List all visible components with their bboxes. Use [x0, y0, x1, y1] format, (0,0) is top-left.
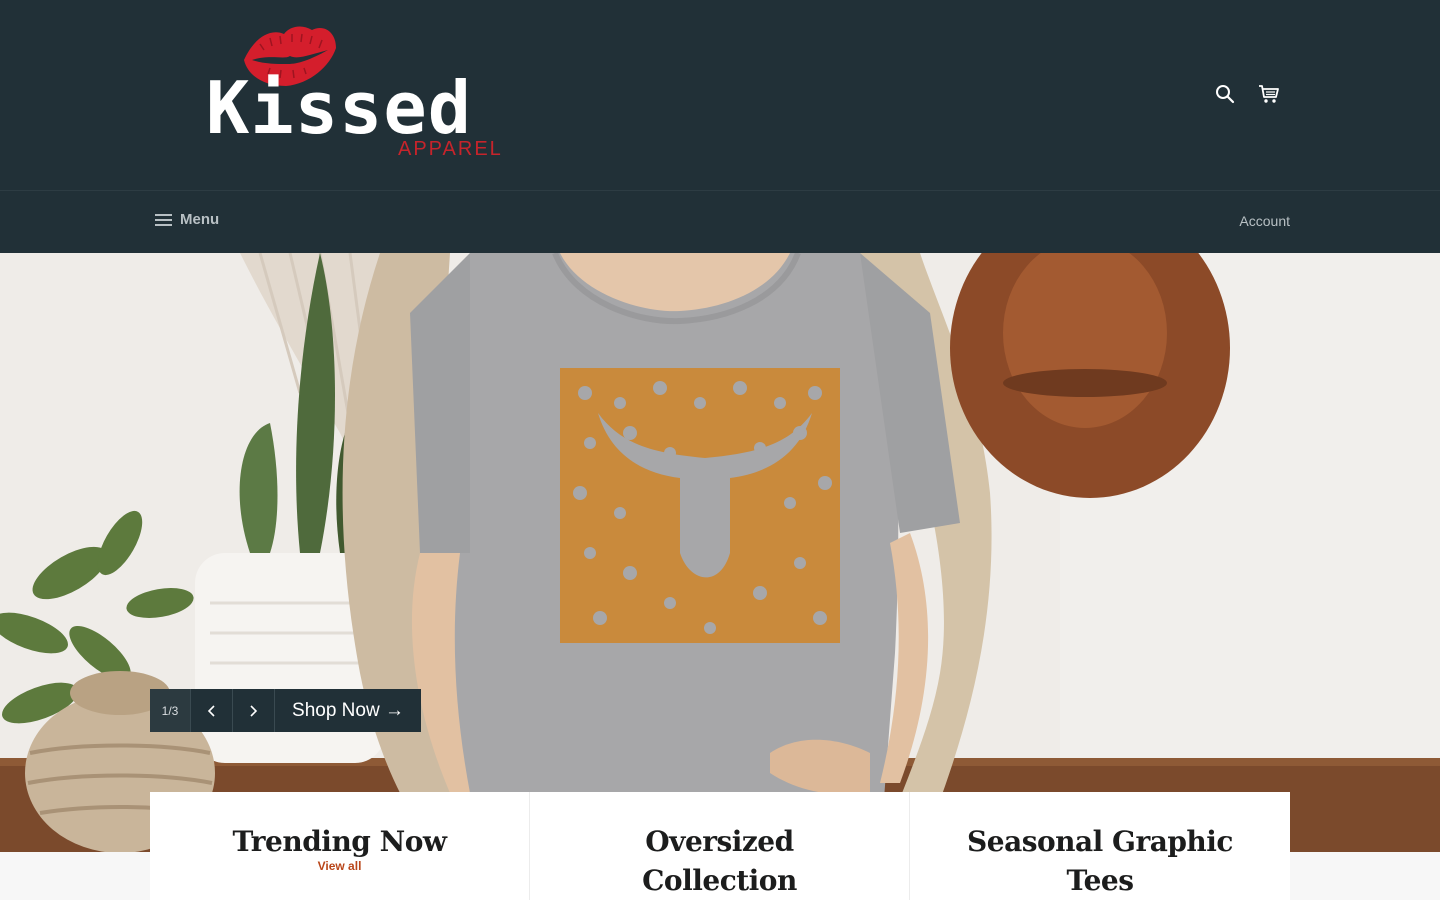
slideshow-controls: 1/3 Shop Now →	[150, 689, 421, 732]
featured-collections: Trending Now View all Oversized Collecti…	[150, 792, 1290, 900]
slide-counter: 1/3	[150, 689, 191, 732]
hero-slide-image	[0, 253, 1440, 852]
shop-now-button[interactable]: Shop Now →	[275, 689, 421, 732]
menu-button[interactable]: Menu	[155, 211, 219, 228]
chevron-left-icon	[207, 704, 215, 717]
prev-slide-button[interactable]	[191, 689, 233, 732]
header-actions	[1212, 80, 1282, 108]
next-slide-button[interactable]	[233, 689, 275, 732]
main-nav: Menu Account	[0, 190, 1440, 253]
collection-oversized[interactable]: Oversized Collection	[530, 792, 910, 900]
cart-icon[interactable]	[1256, 80, 1282, 108]
collection-seasonal-graphic-tees[interactable]: Seasonal Graphic Tees	[910, 792, 1290, 900]
hamburger-icon	[155, 213, 172, 226]
search-icon[interactable]	[1212, 80, 1238, 108]
collection-title: Trending Now	[232, 825, 448, 858]
brand-tagline: APPAREL	[398, 138, 503, 160]
collection-title: Oversized Collection	[642, 825, 797, 897]
view-all-link[interactable]: View all	[150, 859, 529, 873]
collection-title: Seasonal Graphic Tees	[967, 825, 1233, 897]
brand-logo[interactable]: Kissed APPAREL	[200, 18, 530, 168]
site-header: Kissed APPAREL	[0, 0, 1440, 190]
brand-wordmark: Kissed	[206, 66, 473, 150]
collection-trending-now[interactable]: Trending Now View all	[150, 792, 530, 900]
menu-label: Menu	[180, 211, 220, 228]
chevron-right-icon	[250, 704, 258, 717]
account-link[interactable]: Account	[1239, 213, 1290, 229]
